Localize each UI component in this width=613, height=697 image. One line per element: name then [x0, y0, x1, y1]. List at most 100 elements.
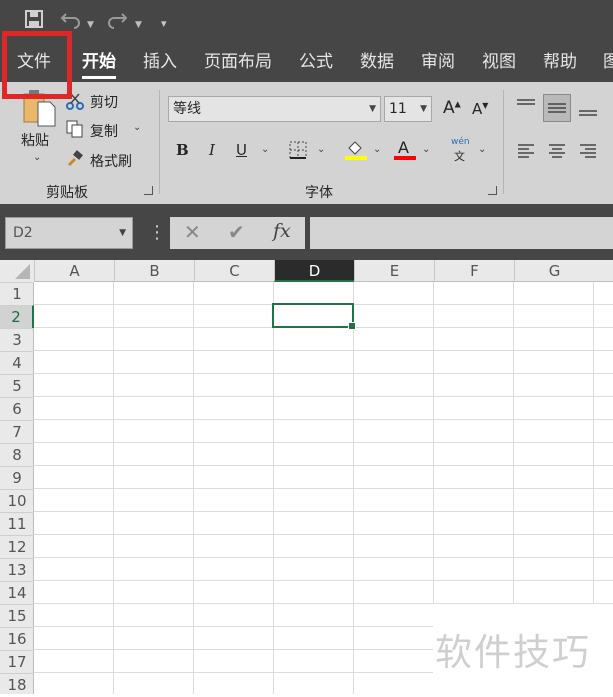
column-header-b[interactable]: B — [114, 260, 194, 282]
column-header-c[interactable]: C — [194, 260, 274, 282]
phonetic-top-label[interactable]: wén — [451, 137, 470, 147]
align-right-icon[interactable] — [579, 143, 597, 163]
copy-dropdown-icon[interactable]: ⌄ — [133, 122, 141, 133]
underline-button[interactable]: U — [236, 141, 247, 159]
tab-review[interactable]: 审阅 — [421, 50, 455, 74]
redo-dropdown-icon[interactable]: ▼ — [135, 13, 142, 37]
undo-icon[interactable] — [60, 9, 82, 33]
row-header-7[interactable]: 7 — [0, 420, 34, 443]
quick-access-toolbar: ▼ ▼ ▾ — [0, 0, 613, 42]
group-divider — [159, 90, 160, 194]
font-size-combo[interactable]: 11 ▼ — [384, 96, 432, 122]
column-header-a[interactable]: A — [34, 260, 114, 282]
name-box[interactable]: D2 ▼ — [5, 217, 133, 249]
column-header-g[interactable]: G — [514, 260, 594, 282]
more-options-icon[interactable]: ⋮ — [148, 220, 166, 246]
row-header-2[interactable]: 2 — [0, 305, 34, 328]
column-header-f[interactable]: F — [434, 260, 514, 282]
row-header-14[interactable]: 14 — [0, 581, 34, 604]
row-header-8[interactable]: 8 — [0, 443, 34, 466]
row-headers: 1 2 3 4 5 6 7 8 9 10 11 12 13 14 15 16 17 18 — [0, 282, 34, 694]
tab-view[interactable]: 视图 — [482, 50, 516, 74]
row-header-12[interactable]: 12 — [0, 535, 34, 558]
watermark: 软件技巧 — [433, 604, 613, 694]
cancel-icon[interactable]: ✕ — [184, 220, 201, 244]
italic-button[interactable]: I — [209, 141, 215, 159]
align-middle-icon[interactable] — [543, 94, 571, 122]
row-header-10[interactable]: 10 — [0, 489, 34, 512]
paste-label[interactable]: 粘贴 — [21, 130, 49, 150]
tab-partial[interactable]: 图 — [603, 50, 613, 74]
row-header-17[interactable]: 17 — [0, 650, 34, 673]
formula-input[interactable] — [310, 217, 613, 249]
underline-dropdown-icon[interactable]: ⌄ — [261, 144, 269, 155]
save-icon[interactable] — [24, 9, 44, 33]
name-box-dropdown-icon[interactable]: ▼ — [119, 218, 126, 248]
formula-bar: D2 ▼ ⋮ ✕ ✔ fx — [0, 204, 613, 260]
row-header-5[interactable]: 5 — [0, 374, 34, 397]
font-name-value: 等线 — [173, 101, 201, 117]
row-header-3[interactable]: 3 — [0, 328, 34, 351]
insert-function-icon[interactable]: fx — [273, 220, 291, 242]
row-header-16[interactable]: 16 — [0, 627, 34, 650]
font-size-dropdown-icon[interactable]: ▼ — [420, 97, 427, 121]
copy-icon[interactable] — [66, 120, 84, 142]
row-header-13[interactable]: 13 — [0, 558, 34, 581]
row-header-15[interactable]: 15 — [0, 604, 34, 627]
bold-button[interactable]: B — [176, 141, 189, 159]
row-header-6[interactable]: 6 — [0, 397, 34, 420]
align-bottom-icon[interactable] — [578, 102, 598, 122]
enter-icon[interactable]: ✔ — [228, 220, 245, 244]
row-header-1[interactable]: 1 — [0, 282, 34, 305]
fill-color-dropdown-icon[interactable]: ⌄ — [373, 144, 381, 155]
tab-insert[interactable]: 插入 — [143, 50, 177, 74]
name-box-value: D2 — [13, 225, 33, 241]
borders-dropdown-icon[interactable]: ⌄ — [317, 144, 325, 155]
decrease-font-size-icon[interactable]: A▼ — [472, 100, 488, 118]
phonetic-dropdown-icon[interactable]: ⌄ — [478, 144, 486, 155]
tab-page-layout[interactable]: 页面布局 — [204, 50, 272, 74]
fill-color-icon[interactable] — [345, 138, 367, 164]
paste-dropdown-icon[interactable]: ⌄ — [33, 152, 41, 163]
font-color-dropdown-icon[interactable]: ⌄ — [422, 144, 430, 155]
tab-formulas[interactable]: 公式 — [299, 50, 333, 74]
ribbon-tabs: 文件 开始 插入 页面布局 公式 数据 审阅 视图 帮助 图 — [0, 42, 613, 82]
font-dialog-launcher-icon[interactable] — [488, 186, 497, 195]
font-color-icon[interactable]: A — [394, 138, 416, 164]
redo-icon[interactable] — [106, 9, 128, 33]
format-painter-icon[interactable] — [66, 150, 84, 172]
font-group-label: 字体 — [305, 185, 333, 201]
phonetic-guide-icon[interactable]: 文 — [454, 148, 465, 164]
copy-button[interactable]: 复制 — [90, 121, 118, 141]
formula-buttons: ✕ ✔ fx — [170, 217, 305, 249]
tab-help[interactable]: 帮助 — [543, 50, 577, 74]
column-header-e[interactable]: E — [354, 260, 434, 282]
format-painter-button[interactable]: 格式刷 — [90, 151, 132, 171]
cut-button[interactable]: 剪切 — [90, 92, 118, 112]
ribbon-home: 粘贴 ⌄ 剪切 复制 ⌄ 格式刷 剪贴板 等线 ▼ 11 ▼ A▲ A▼ B I… — [0, 82, 613, 204]
undo-dropdown-icon[interactable]: ▼ — [87, 13, 94, 37]
highlight-box — [2, 31, 72, 99]
font-name-combo[interactable]: 等线 ▼ — [168, 96, 381, 122]
row-header-11[interactable]: 11 — [0, 512, 34, 535]
select-all-corner[interactable] — [0, 260, 34, 282]
tab-home[interactable]: 开始 — [82, 50, 116, 79]
customize-qat-icon[interactable]: ▾ — [161, 12, 167, 36]
font-name-dropdown-icon[interactable]: ▼ — [369, 97, 376, 121]
font-size-value: 11 — [389, 101, 407, 117]
clipboard-dialog-launcher-icon[interactable] — [144, 186, 153, 195]
increase-font-size-icon[interactable]: A▲ — [443, 98, 461, 118]
align-top-icon[interactable] — [516, 98, 536, 118]
clipboard-group-label: 剪贴板 — [46, 185, 88, 201]
borders-icon[interactable] — [289, 141, 307, 163]
group-divider — [503, 90, 504, 194]
align-left-icon[interactable] — [517, 143, 535, 163]
active-cell[interactable] — [272, 303, 356, 330]
row-header-4[interactable]: 4 — [0, 351, 34, 374]
column-header-d[interactable]: D — [274, 260, 354, 282]
align-center-icon[interactable] — [548, 143, 566, 163]
svg-text:A: A — [398, 138, 409, 157]
tab-data[interactable]: 数据 — [360, 50, 394, 74]
row-header-9[interactable]: 9 — [0, 466, 34, 489]
row-header-18[interactable]: 18 — [0, 673, 34, 696]
